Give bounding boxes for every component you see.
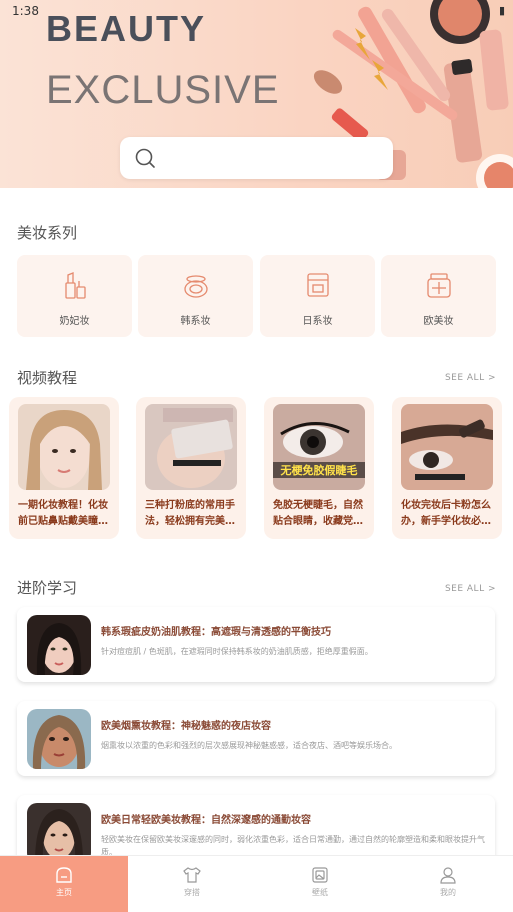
section-title-advanced: 进阶学习 xyxy=(17,579,78,597)
nav-item-profile[interactable]: 我的 xyxy=(384,856,512,912)
category-label: 韩系妆 xyxy=(180,316,211,327)
video-thumbnail xyxy=(18,404,110,490)
course-card[interactable]: 欧美烟熏妆教程：神秘魅惑的夜店妆容 烟熏妆以浓重的色彩和强烈的层次感展现神秘魅惑… xyxy=(17,701,495,776)
status-time: 1:38 xyxy=(12,4,39,18)
nav-label: 我的 xyxy=(440,888,456,897)
brand-title: BEAUTY xyxy=(46,8,207,49)
video-card[interactable]: 无梗免胶假睫毛 免胶无梗睫毛，自然贴合眼睛，收藏党… xyxy=(264,397,374,539)
video-title: 三种打粉底的常用手法，轻松拥有完美… xyxy=(145,500,235,527)
search-icon xyxy=(135,148,155,168)
lipstick-icon xyxy=(65,272,86,299)
video-thumbnail xyxy=(401,404,493,490)
course-thumbnail xyxy=(27,709,91,769)
compact-icon xyxy=(184,275,208,298)
category-card-korean[interactable]: 韩系妆 xyxy=(138,255,253,337)
nav-item-wallpaper[interactable]: 壁纸 xyxy=(256,856,384,912)
video-card[interactable]: 化妆完妆后卡粉怎么办，新手学化妆必… xyxy=(392,397,502,539)
category-label: 奶妃妆 xyxy=(59,316,90,327)
course-title: 欧美烟熏妆教程：神秘魅惑的夜店妆容 xyxy=(101,721,271,732)
course-description: 烟熏妆以浓重的色彩和强烈的层次感展现神秘魅惑感，适合夜店、酒吧等娱乐场合。 xyxy=(101,741,397,750)
course-description: 针对痘痘肌 / 色斑肌，在遮瑕同时保持韩系妆的奶油肌质感，拒绝厚重假面。 xyxy=(101,647,373,656)
see-all-video-link[interactable]: SEE ALL > xyxy=(445,373,496,383)
hero-banner: 1:38 ▮ BEAUTY EXCLUSIVE xyxy=(0,0,513,188)
shirt-icon xyxy=(183,867,201,883)
category-label: 日系妆 xyxy=(302,316,333,327)
video-title: 一期化妆教程！化妆前已贴鼻贴戴美瞳… xyxy=(18,500,108,527)
nav-label: 穿搭 xyxy=(184,888,200,897)
course-card[interactable]: 韩系瑕疵皮奶油肌教程：高遮瑕与清透感的平衡技巧 针对痘痘肌 / 色斑肌，在遮瑕同… xyxy=(17,607,495,682)
video-card[interactable]: 三种打粉底的常用手法，轻松拥有完美… xyxy=(136,397,246,539)
powder-jar-icon xyxy=(427,273,451,298)
app-screen: 1:38 ▮ BEAUTY EXCLUSIVE 美妆系列 奶妃妆 韩系妆 日系妆… xyxy=(0,0,513,912)
video-title: 免胶无梗睫毛，自然贴合眼睛，收藏党… xyxy=(273,500,363,527)
wallpaper-icon xyxy=(312,867,328,883)
home-icon xyxy=(56,867,72,883)
nav-item-outfit[interactable]: 穿搭 xyxy=(128,856,256,912)
video-thumbnail xyxy=(145,404,237,490)
bottom-nav: 主页 穿搭 壁纸 我的 xyxy=(0,855,513,912)
course-title: 欧美日常轻欧美妆教程：自然深邃感的通勤妆容 xyxy=(101,815,311,826)
palette-box-icon xyxy=(307,273,329,297)
category-card-western[interactable]: 欧美妆 xyxy=(381,255,496,337)
course-title: 韩系瑕疵皮奶油肌教程：高遮瑕与清透感的平衡技巧 xyxy=(101,627,331,638)
brand-subtitle: EXCLUSIVE xyxy=(46,68,280,112)
section-title-makeup-series: 美妆系列 xyxy=(17,224,78,242)
category-card-japanese[interactable]: 日系妆 xyxy=(260,255,375,337)
profile-icon xyxy=(440,867,456,884)
video-title: 化妆完妆后卡粉怎么办，新手学化妆必… xyxy=(401,500,491,527)
thumbnail-overlay-text: 无梗免胶假睫毛 xyxy=(280,463,358,477)
search-input[interactable] xyxy=(120,137,393,179)
video-thumbnail: 无梗免胶假睫毛 xyxy=(273,404,365,490)
video-card[interactable]: 一期化妆教程！化妆前已贴鼻贴戴美瞳… xyxy=(9,397,119,539)
section-title-video-tutorials: 视频教程 xyxy=(17,369,78,387)
category-label: 欧美妆 xyxy=(423,316,454,327)
nav-item-home[interactable]: 主页 xyxy=(0,856,128,912)
course-thumbnail xyxy=(27,615,91,675)
category-card-milk[interactable]: 奶妃妆 xyxy=(17,255,132,337)
course-thumbnail xyxy=(27,803,91,863)
nav-label: 壁纸 xyxy=(312,888,328,897)
nav-label: 主页 xyxy=(56,888,72,897)
see-all-advanced-link[interactable]: SEE ALL > xyxy=(445,584,496,594)
